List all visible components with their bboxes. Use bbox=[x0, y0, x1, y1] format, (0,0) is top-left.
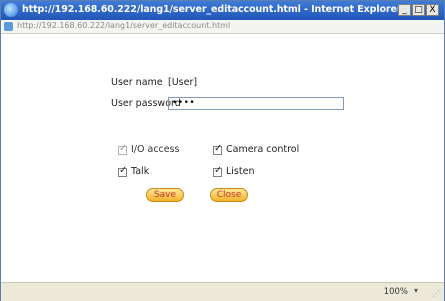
address-bar[interactable]: http://192.168.60.222/lang1/server_edita… bbox=[1, 20, 444, 34]
zoom-dropdown-icon[interactable]: ▾ bbox=[414, 286, 418, 295]
address-url[interactable]: http://192.168.60.222/lang1/server_edita… bbox=[17, 21, 230, 30]
status-bar: 100% ▾ ⋰ bbox=[1, 282, 444, 301]
camera-control-checkbox[interactable] bbox=[213, 143, 222, 155]
listen-label: Listen bbox=[226, 166, 255, 177]
save-button[interactable]: Save bbox=[146, 188, 184, 202]
title-bar: http://192.168.60.222/lang1/server_edita… bbox=[1, 1, 444, 20]
user-password-input[interactable]: •••• bbox=[168, 97, 344, 110]
internet-explorer-icon bbox=[4, 3, 18, 17]
maximize-button[interactable]: □ bbox=[412, 4, 425, 16]
talk-checkbox[interactable] bbox=[118, 165, 127, 177]
user-name-label: User name bbox=[111, 77, 163, 88]
minimize-button[interactable]: _ bbox=[398, 4, 411, 16]
listen-checkbox[interactable] bbox=[213, 165, 222, 177]
browser-window: http://192.168.60.222/lang1/server_edita… bbox=[0, 0, 445, 301]
close-window-button[interactable]: X bbox=[426, 4, 439, 16]
user-name-value: [User] bbox=[168, 77, 198, 88]
account-edit-form: User name [User] User password •••• I/O … bbox=[1, 34, 444, 282]
camera-control-label: Camera control bbox=[226, 144, 300, 155]
close-button[interactable]: Close bbox=[210, 188, 248, 202]
window-title: http://192.168.60.222/lang1/server_edita… bbox=[22, 4, 402, 15]
page-icon bbox=[4, 22, 13, 31]
zoom-level[interactable]: 100% bbox=[384, 287, 408, 297]
resize-grip-icon[interactable]: ⋰ bbox=[432, 289, 440, 298]
io-access-label: I/O access bbox=[131, 144, 180, 155]
io-access-checkbox[interactable] bbox=[118, 143, 127, 155]
talk-label: Talk bbox=[131, 166, 150, 177]
